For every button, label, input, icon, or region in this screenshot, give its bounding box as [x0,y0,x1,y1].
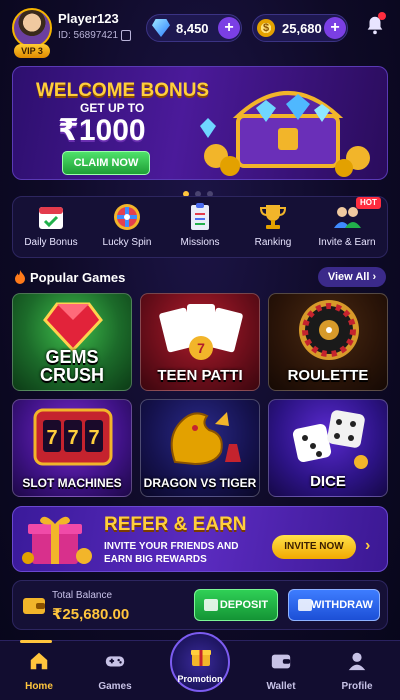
game-card-label: SLOT MACHINES [22,476,122,490]
game-card-teen-patti[interactable]: 7 TEEN PATTI [140,293,260,391]
playing-cards-icon: 7 [159,304,243,360]
gift-icon [22,516,92,564]
gift-icon [191,650,211,666]
game-card-label: GEMS CRUSH [39,347,104,385]
game-card-gems-crush[interactable]: GEMS CRUSH [12,293,132,391]
view-all-label: View All [327,271,370,283]
game-card-label: TEEN PATTI [157,367,243,384]
treasure-chest-icon [200,91,370,177]
gems-value: 8,450 [176,21,209,36]
section-title-popular-games: Popular Games [30,270,126,285]
nav-games[interactable]: Games [80,642,150,700]
gamepad-icon [105,656,125,667]
game-card-roulette[interactable]: ROULETTE [268,293,388,391]
bank-icon [298,599,312,611]
quick-action-lucky-spin[interactable]: Lucky Spin [89,202,165,248]
game-card-label: ROULETTE [287,367,369,384]
home-icon [30,652,48,670]
game-card-slot-machines[interactable]: 7 7 7 SLOT MACHINES [12,399,132,497]
coin-icon: $ [257,19,275,37]
svg-text:7: 7 [197,340,205,356]
hot-badge: HOT [356,197,381,209]
wallet-icon [204,599,218,611]
quick-action-label: Daily Bonus [24,237,78,248]
svg-text:7: 7 [67,427,78,449]
quick-action-ranking[interactable]: Ranking [235,202,311,248]
invite-now-button[interactable]: INVITE NOW [272,535,356,559]
user-icon [348,652,366,671]
notification-dot [378,12,386,20]
svg-text:7: 7 [88,427,99,449]
dice-icon [292,410,368,469]
nav-label: Games [98,681,132,692]
banner-title: WELCOME BONUS [36,80,210,101]
quick-action-label: Invite & Earn [318,237,376,248]
chevron-right-icon[interactable]: › [365,537,370,555]
withdraw-button[interactable]: WITHDRAW [288,589,380,621]
quick-action-label: Lucky Spin [102,237,152,248]
copy-icon[interactable] [121,30,131,41]
game-card-label: DICE [310,473,346,490]
quick-action-daily-bonus[interactable]: Daily Bonus [13,202,89,248]
user-id: ID: 56897421 [58,30,119,41]
withdraw-label: WITHDRAW [311,599,373,611]
nav-label: Wallet [266,681,296,692]
nav-label: Promotion [177,674,223,684]
nav-label: Home [25,681,53,692]
add-coins-button[interactable]: + [324,17,346,39]
refer-line: INVITE YOUR FRIENDS AND [104,541,239,552]
slot-machine-icon: 7 7 7 [33,408,113,466]
clipboard-icon [191,203,209,230]
view-all-button[interactable]: View All › [318,267,386,287]
game-card-dragon-vs-tiger[interactable]: DRAGON VS TIGER [140,399,260,497]
refer-line: EARN BIG REWARDS [104,554,207,565]
wallet-icon [271,654,291,669]
deposit-label: DEPOSIT [219,599,269,611]
quick-action-label: Ranking [254,237,292,248]
game-card-label: DRAGON VS TIGER [143,476,257,490]
refer-title: REFER & EARN [104,514,247,535]
calendar-check-icon [39,207,63,229]
svg-text:7: 7 [46,427,57,449]
banner-amount: ₹1000 [58,114,146,147]
nav-promotion[interactable]: Promotion [170,632,230,692]
vip-badge: VIP 3 [14,44,50,58]
gem-icon [43,302,103,352]
nav-wallet[interactable]: Wallet [246,642,316,700]
nav-profile[interactable]: Profile [322,642,392,700]
deposit-button[interactable]: DEPOSIT [194,589,278,621]
username: Player123 [58,11,119,26]
trophy-icon [259,205,287,229]
quick-action-missions[interactable]: Missions [162,202,238,248]
dragon-icon [170,412,241,466]
total-balance-value: ₹25,680.00 [52,606,130,623]
claim-now-button[interactable]: CLAIM NOW [62,151,150,175]
roulette-wheel-icon [299,300,359,360]
quick-action-label: Missions [180,237,220,248]
nav-label: Profile [341,681,373,692]
add-gems-button[interactable]: + [218,17,240,39]
wallet-icon [23,598,45,614]
spin-wheel-icon [114,204,140,230]
coins-value: 25,680 [282,21,322,36]
nav-home[interactable]: Home [4,642,74,700]
fire-icon [15,270,25,284]
refer-subtitle: INVITE YOUR FRIENDS AND EARN BIG REWARDS [104,540,274,566]
game-card-dice[interactable]: DICE [268,399,388,497]
total-balance-label: Total Balance [52,590,113,601]
avatar[interactable] [12,8,52,48]
